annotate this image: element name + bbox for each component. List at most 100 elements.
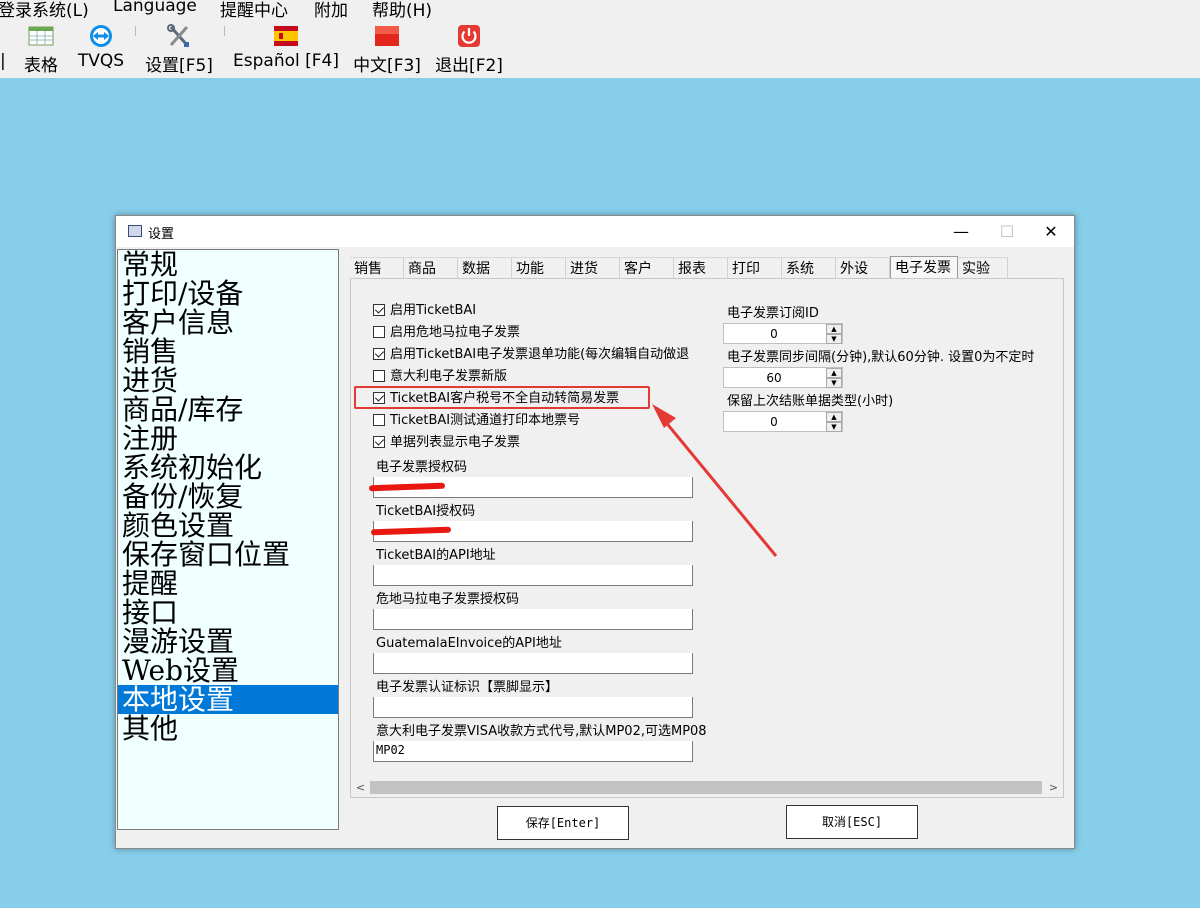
spinner-value[interactable]: 0: [724, 412, 824, 432]
maximize-button[interactable]: ☐: [984, 216, 1030, 247]
toolbar-chinese-button[interactable]: 中文[F3]: [350, 20, 424, 78]
tab-products[interactable]: 商品: [404, 257, 458, 279]
checkbox-box[interactable]: [373, 370, 385, 382]
menu-language[interactable]: Language: [113, 0, 197, 16]
category-item[interactable]: 客户信息: [118, 308, 338, 337]
china-flag-icon: [375, 26, 399, 46]
guatemala-api-url-input[interactable]: [373, 653, 693, 674]
ticketbai-api-url-input[interactable]: [373, 565, 693, 586]
subscription-id-label: 电子发票订阅ID: [727, 306, 819, 321]
category-item[interactable]: 颜色设置: [118, 511, 338, 540]
close-button[interactable]: ✕: [1028, 216, 1074, 247]
dialog-titlebar[interactable]: 设置 — ☐ ✕: [116, 216, 1074, 247]
checkbox-show-einvoice-in-list[interactable]: 单据列表显示电子发票: [373, 435, 520, 451]
table-icon: [28, 26, 54, 46]
keep-doc-type-spinner[interactable]: 0 ▲ ▼: [723, 411, 843, 432]
spinner-value[interactable]: 0: [724, 324, 824, 344]
tools-icon: [167, 24, 189, 47]
category-item[interactable]: 接口: [118, 598, 338, 627]
checkbox-ticketbai-refund[interactable]: 启用TicketBAI电子发票退单功能(每次编辑自动做退: [373, 347, 689, 363]
e-invoice-tab-page: 启用TicketBAI 启用危地马拉电子发票 启用TicketBAI电子发票退单…: [350, 278, 1064, 798]
tab-sales[interactable]: 销售: [350, 257, 404, 279]
tab-peripherals[interactable]: 外设: [836, 257, 890, 279]
dialog-title: 设置: [148, 227, 175, 242]
spinner-down-icon[interactable]: ▼: [826, 334, 842, 344]
category-item[interactable]: 漫游设置: [118, 627, 338, 656]
checkbox-box[interactable]: [373, 348, 385, 360]
keep-doc-type-label: 保留上次结账单据类型(小时): [727, 394, 894, 409]
power-icon: [458, 25, 480, 47]
dialog-app-icon: [128, 225, 142, 237]
toolbar-separator: [135, 26, 136, 36]
category-item[interactable]: 商品/库存: [118, 395, 338, 424]
einvoice-cert-mark-input[interactable]: [373, 697, 693, 718]
checkbox-box[interactable]: [373, 304, 385, 316]
category-item[interactable]: 注册: [118, 424, 338, 453]
tab-system[interactable]: 系统: [782, 257, 836, 279]
spinner-up-icon[interactable]: ▲: [826, 368, 842, 378]
checkbox-enable-guatemala-einvoice[interactable]: 启用危地马拉电子发票: [373, 325, 520, 341]
tab-functions[interactable]: 功能: [512, 257, 566, 279]
category-item[interactable]: 其他: [118, 714, 338, 743]
tab-data[interactable]: 数据: [458, 257, 512, 279]
cancel-button[interactable]: 取消[ESC]: [786, 805, 918, 839]
annotation-highlight-box: [354, 386, 650, 409]
spinner-value[interactable]: 60: [724, 368, 824, 388]
toolbar-settings-button[interactable]: 设置[F5]: [142, 20, 216, 78]
guatemala-auth-code-label: 危地马拉电子发票授权码: [376, 592, 520, 607]
menu-help[interactable]: 帮助(H): [372, 0, 432, 21]
category-item-selected[interactable]: 本地设置: [118, 685, 338, 714]
italy-visa-code-label: 意大利电子发票VISA收款方式代号,默认MP02,可选MP08: [376, 724, 707, 739]
toolbar-tvqs-button[interactable]: TVQS: [76, 20, 126, 78]
menu-login[interactable]: 登录系统(L): [0, 0, 89, 21]
save-button[interactable]: 保存[Enter]: [497, 806, 629, 840]
ticketbai-api-url-label: TicketBAI的API地址: [376, 548, 496, 563]
minimize-button[interactable]: —: [938, 216, 984, 247]
scroll-left-icon[interactable]: <: [352, 779, 369, 796]
menu-reminder-center[interactable]: 提醒中心: [220, 0, 288, 21]
subscription-id-spinner[interactable]: 0 ▲ ▼: [723, 323, 843, 344]
tab-e-invoice[interactable]: 电子发票: [890, 256, 958, 279]
einvoice-auth-code-label: 电子发票授权码: [376, 460, 468, 475]
category-item[interactable]: 打印/设备: [118, 279, 338, 308]
spinner-down-icon[interactable]: ▼: [826, 422, 842, 432]
checkbox-italy-einvoice-new[interactable]: 意大利电子发票新版: [373, 369, 507, 385]
category-item[interactable]: 系统初始化: [118, 453, 338, 482]
spinner-up-icon[interactable]: ▲: [826, 324, 842, 334]
checkbox-enable-ticketbai[interactable]: 启用TicketBAI: [373, 303, 476, 319]
tab-customers[interactable]: 客户: [620, 257, 674, 279]
sync-interval-label: 电子发票同步间隔(分钟),默认60分钟. 设置0为不定时: [727, 350, 1035, 365]
category-item[interactable]: 进货: [118, 366, 338, 395]
menu-bar: 登录系统(L) Language 提醒中心 附加 帮助(H): [0, 0, 1200, 21]
toolbar-table-button[interactable]: 表格: [20, 20, 62, 78]
checkbox-box[interactable]: [373, 414, 385, 426]
horizontal-scrollbar[interactable]: < >: [352, 779, 1062, 796]
toolbar-separator: [224, 26, 225, 36]
tab-purchase[interactable]: 进货: [566, 257, 620, 279]
scrollbar-thumb[interactable]: [370, 781, 1042, 794]
category-item[interactable]: Web设置: [118, 656, 338, 685]
guatemala-auth-code-input[interactable]: [373, 609, 693, 630]
category-item[interactable]: 常规: [118, 250, 338, 279]
tab-experimental[interactable]: 实验: [958, 257, 1008, 279]
menu-addons[interactable]: 附加: [314, 0, 348, 21]
sync-interval-spinner[interactable]: 60 ▲ ▼: [723, 367, 843, 388]
checkbox-box[interactable]: [373, 436, 385, 448]
italy-visa-code-input[interactable]: MP02: [373, 741, 693, 762]
checkbox-box[interactable]: [373, 326, 385, 338]
settings-category-list[interactable]: 常规 打印/设备 客户信息 销售 进货 商品/库存 注册 系统初始化 备份/恢复…: [117, 249, 339, 830]
category-item[interactable]: 提醒: [118, 569, 338, 598]
spinner-up-icon[interactable]: ▲: [826, 412, 842, 422]
tab-reports[interactable]: 报表: [674, 257, 728, 279]
category-item[interactable]: 保存窗口位置: [118, 540, 338, 569]
toolbar-left-edge: |: [0, 51, 6, 71]
checkbox-ticketbai-test-channel[interactable]: TicketBAI测试通道打印本地票号: [373, 413, 580, 429]
category-item[interactable]: 销售: [118, 337, 338, 366]
toolbar-exit-button[interactable]: 退出[F2]: [432, 20, 506, 78]
category-item[interactable]: 备份/恢复: [118, 482, 338, 511]
tab-print[interactable]: 打印: [728, 257, 782, 279]
scroll-right-icon[interactable]: >: [1045, 779, 1062, 796]
toolbar-spanish-button[interactable]: Español [F4]: [232, 20, 340, 78]
teamviewer-icon: [90, 25, 112, 47]
spinner-down-icon[interactable]: ▼: [826, 378, 842, 388]
